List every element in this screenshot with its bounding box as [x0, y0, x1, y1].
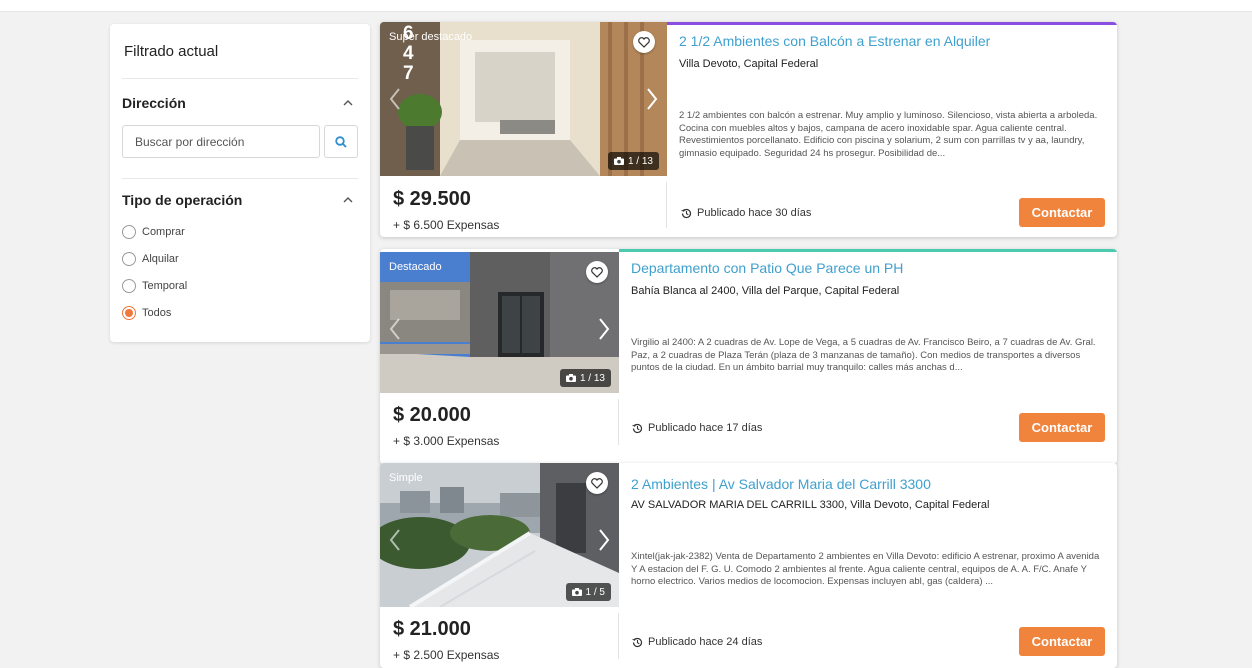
prev-photo-icon[interactable] [385, 314, 405, 344]
camera-icon [613, 157, 624, 165]
top-bar [0, 0, 1252, 12]
listing-badge: Super destacado [389, 31, 473, 43]
operacion-option-temporal[interactable]: Temporal [122, 272, 358, 299]
option-label: Alquilar [142, 252, 179, 265]
radio-button-selected[interactable] [122, 305, 136, 320]
divider [618, 613, 619, 659]
listing-description: Xintel(jak-jak-2382) Venta de Departamen… [631, 551, 1100, 587]
photo-counter: 1 / 13 [559, 369, 611, 387]
radio-button[interactable] [122, 224, 136, 239]
listing-price: $ 20.000 [393, 404, 471, 426]
filter-title: Filtrado actual [122, 24, 358, 79]
operacion-option-todos[interactable]: Todos [122, 299, 358, 326]
next-photo-icon[interactable] [642, 84, 662, 114]
direccion-section-header[interactable]: Dirección [122, 79, 358, 121]
listing-card[interactable]: 6 4 7 Super destacado 1 / 13 $ 29.500 + … [380, 22, 1117, 237]
divider [618, 399, 619, 445]
option-label: Comprar [142, 225, 185, 238]
photo-counter: 1 / 5 [565, 583, 611, 601]
radio-button[interactable] [122, 251, 136, 266]
favorite-heart-icon[interactable] [633, 31, 655, 53]
listing-description: Virgilio al 2400: A 2 cuadras de Av. Lop… [631, 337, 1096, 373]
contact-button[interactable]: Contactar [1019, 198, 1105, 227]
direccion-search-button[interactable] [324, 125, 358, 158]
operacion-option-comprar[interactable]: Comprar [122, 218, 358, 245]
listing-address: Villa Devoto, Capital Federal [679, 58, 819, 70]
listing-expensas: + $ 6.500 Expensas [393, 218, 500, 232]
price-area: $ 21.000 + $ 2.500 Expensas [393, 618, 499, 662]
listing-address: Bahía Blanca al 2400, Villa del Parque, … [631, 285, 900, 297]
listing-photo[interactable]: Destacado 1 / 13 [380, 252, 619, 393]
next-photo-icon[interactable] [594, 525, 614, 555]
search-icon [335, 135, 347, 148]
listing-price: $ 21.000 [393, 618, 471, 640]
direccion-search-row [122, 121, 358, 179]
listing-title-link[interactable]: Departamento con Patio Que Parece un PH [631, 260, 903, 276]
filter-sidebar: Filtrado actual Dirección Tipo de operac… [110, 24, 370, 342]
option-label: Temporal [142, 279, 188, 292]
card-accent-bar [666, 22, 1117, 25]
listing-card[interactable]: Destacado 1 / 13 $ 20.000 + $ 3.000 Expe… [380, 249, 1117, 464]
operacion-option-alquilar[interactable]: Alquilar [122, 245, 358, 272]
published-info: Publicado hace 17 días [632, 422, 762, 434]
camera-icon [571, 588, 582, 596]
operacion-label: Tipo de operación [122, 192, 243, 208]
option-label: Todos [142, 306, 172, 319]
price-area: $ 20.000 + $ 3.000 Expensas [393, 404, 499, 448]
radio-button[interactable] [122, 278, 136, 293]
published-info: Publicado hace 24 días [632, 636, 762, 648]
prev-photo-icon[interactable] [385, 525, 405, 555]
listing-address: AV SALVADOR MARIA DEL CARRILL 3300, Vill… [631, 499, 990, 511]
history-clock-icon [632, 637, 643, 647]
history-clock-icon [681, 208, 692, 218]
listing-photo[interactable]: 6 4 7 Super destacado 1 / 13 [380, 22, 667, 176]
published-info: Publicado hace 30 días [681, 207, 811, 219]
photo-counter: 1 / 13 [607, 152, 659, 170]
next-photo-icon[interactable] [594, 314, 614, 344]
history-clock-icon [632, 423, 643, 433]
operacion-options: Comprar Alquilar Temporal Todos [122, 218, 358, 326]
listing-title-link[interactable]: 2 Ambientes | Av Salvador Maria del Carr… [631, 476, 931, 492]
listing-card[interactable]: Simple 1 / 5 $ 21.000 + $ 2.500 Expensas… [380, 463, 1117, 668]
contact-button[interactable]: Contactar [1019, 413, 1105, 442]
price-area: $ 29.500 + $ 6.500 Expensas [393, 188, 499, 232]
listing-title-link[interactable]: 2 1/2 Ambientes con Balcón a Estrenar en… [679, 33, 990, 49]
direccion-search-input[interactable] [122, 125, 321, 158]
contact-button[interactable]: Contactar [1019, 627, 1105, 656]
favorite-heart-icon[interactable] [586, 261, 608, 283]
operacion-section-header[interactable]: Tipo de operación [122, 179, 358, 218]
listing-badge: Destacado [389, 261, 442, 273]
listing-price: $ 29.500 [393, 188, 471, 210]
chevron-up-icon[interactable] [340, 192, 356, 208]
listing-description: 2 1/2 ambientes con balcón a estrenar. M… [679, 110, 1098, 159]
divider [666, 182, 667, 228]
card-accent-bar [619, 249, 1117, 252]
listing-photo[interactable]: Simple 1 / 5 [380, 463, 619, 607]
direccion-label: Dirección [122, 95, 186, 111]
listing-badge: Simple [389, 472, 423, 484]
listing-expensas: + $ 3.000 Expensas [393, 434, 500, 448]
chevron-up-icon[interactable] [340, 95, 356, 111]
listing-expensas: + $ 2.500 Expensas [393, 648, 500, 662]
camera-icon [565, 374, 576, 382]
favorite-heart-icon[interactable] [586, 472, 608, 494]
prev-photo-icon[interactable] [385, 84, 405, 114]
